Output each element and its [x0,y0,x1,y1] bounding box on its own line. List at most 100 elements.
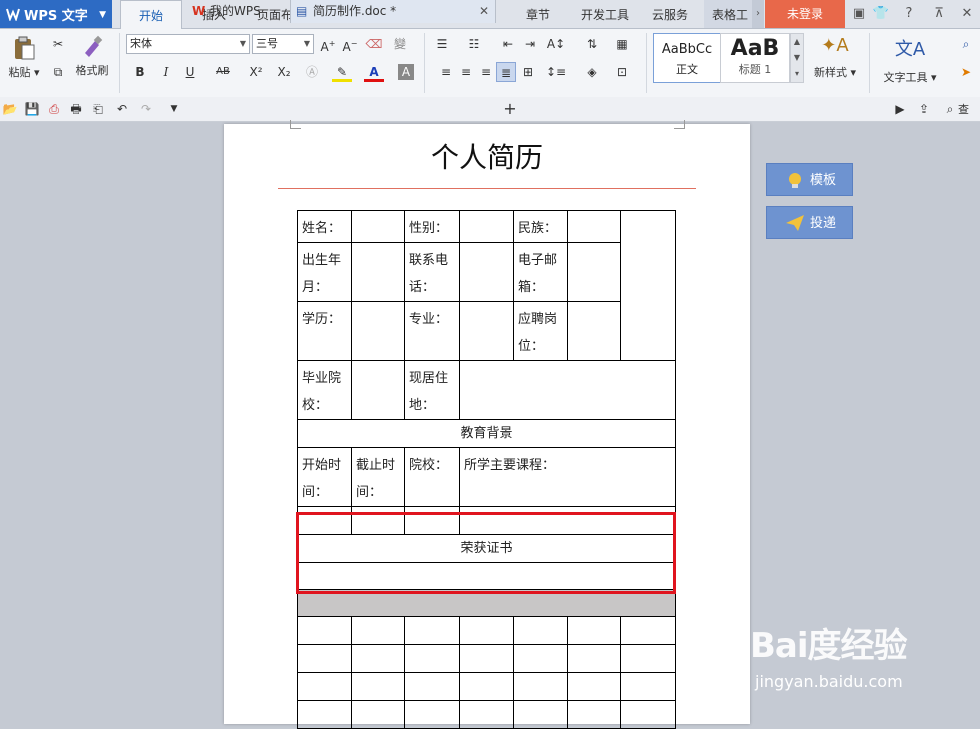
shrink-font-icon[interactable]: A− [340,34,360,54]
table-cell[interactable] [459,242,514,302]
bold-button[interactable]: B [130,62,150,82]
shirt-icon[interactable]: 👕 [872,5,890,23]
table-cell[interactable] [459,360,676,420]
table-cell[interactable] [351,616,405,645]
clear-format-icon[interactable]: ⌫ [364,34,384,54]
table-cell[interactable] [459,210,514,243]
table-cell[interactable] [351,700,405,729]
tab-cloud[interactable]: 云服务 [644,0,696,28]
close-icon[interactable]: ✕ [958,5,976,23]
find-icon[interactable]: ⌕ [956,34,976,54]
tab-table-tools[interactable]: 表格工 [704,0,756,28]
table-cell[interactable] [351,210,405,243]
style-gallery-scroll[interactable]: ▲ ▼ ▾ [790,33,804,83]
bullet-list-icon[interactable]: ☰ [432,34,452,54]
underline-button[interactable]: U [180,62,200,82]
search-label-icon[interactable]: 查 [958,101,969,117]
text-effect-icon[interactable]: Ⓐ [302,62,322,82]
table-cell[interactable] [351,301,405,361]
skin-icon[interactable]: ▣ [850,5,868,23]
minimize-ribbon-icon[interactable]: ⊼ [930,5,948,23]
table-cell[interactable] [351,242,405,302]
table-cell[interactable] [513,700,568,729]
table-cell[interactable] [513,644,568,673]
document-nav-icon[interactable]: ▶ [890,99,910,119]
undo-icon[interactable]: ↶ [112,99,132,119]
table-cell[interactable] [513,616,568,645]
strikethrough-button[interactable]: AB [210,62,236,82]
table-cell[interactable] [404,616,460,645]
table-cell[interactable] [567,644,621,673]
print-preview-icon[interactable]: ⎗ [88,99,108,119]
table-cell[interactable] [459,616,514,645]
text-direction-icon[interactable]: A↕ [544,34,568,54]
table-cell[interactable] [297,672,352,701]
table-cell[interactable] [567,242,621,302]
highlight-icon[interactable]: ✎ [332,62,352,82]
cut-icon[interactable]: ✂ [48,34,68,54]
table-cell[interactable] [567,616,621,645]
table-cell[interactable] [351,360,405,420]
table-grid-icon[interactable]: ▦ [612,34,632,54]
tab-home[interactable]: 开始 [120,0,182,30]
table-cell[interactable] [567,700,621,729]
customize-quick-access-icon[interactable]: ▼ [164,99,184,119]
save-icon[interactable]: 💾 [22,99,42,119]
resume-table[interactable]: 姓名： 性别： 民族： 出生年月： 联系电话： 电子邮箱： 学历： 专业： 应聘… [297,210,676,729]
shading-icon[interactable]: ◈ [582,62,602,82]
table-cell[interactable] [620,616,676,645]
align-left-icon[interactable]: ≡ [436,62,456,82]
select-cursor-icon[interactable]: ➤ [956,62,976,82]
numbered-list-icon[interactable]: ☷ [464,34,484,54]
search-icon[interactable]: ⌕ [940,99,960,119]
font-color-button[interactable]: A [364,62,384,82]
table-cell[interactable] [404,700,460,729]
table-cell[interactable] [297,616,352,645]
sort-icon[interactable]: ⇅ [582,34,602,54]
table-cell[interactable] [567,672,621,701]
table-cell[interactable] [459,672,514,701]
doc-tab-resume[interactable]: ▤ 简历制作.doc * ✕ [290,0,496,23]
table-cell[interactable] [567,210,621,243]
doc-tab-my-wps[interactable]: W 我的WPS [188,0,288,23]
copy-icon[interactable]: ⧉ [48,62,68,82]
grow-font-icon[interactable]: A+ [318,34,338,54]
superscript-button[interactable]: X² [244,62,268,82]
format-painter-button[interactable]: 格式刷 [72,35,112,78]
table-cell[interactable] [459,301,514,361]
decrease-indent-icon[interactable]: ⇤ [498,34,518,54]
tab-developer[interactable]: 开发工具 [572,0,638,28]
style-normal[interactable]: AaBbCc 正文 [653,33,721,83]
phonetic-icon[interactable]: 變 [390,34,410,54]
char-shading-icon[interactable]: A [398,64,414,80]
template-button[interactable]: 模板 [766,163,853,196]
share-icon[interactable]: ⇪ [914,99,934,119]
table-cell[interactable] [351,672,405,701]
align-center-icon[interactable]: ≡ [456,62,476,82]
line-spacing-icon[interactable]: ↕≡ [546,62,566,82]
export-pdf-icon[interactable]: ⎙ [44,99,64,119]
tab-scroll-right-icon[interactable]: › [752,0,764,28]
print-icon[interactable]: 🖶 [66,99,86,119]
table-cell[interactable] [297,700,352,729]
table-cell[interactable] [404,644,460,673]
table-cell[interactable] [404,672,460,701]
font-size-select[interactable]: 三号 ▼ [252,34,314,54]
borders-icon[interactable]: ⊡ [612,62,632,82]
close-tab-icon[interactable]: ✕ [479,0,489,23]
new-tab-icon[interactable]: + [500,99,520,119]
table-cell[interactable] [620,700,676,729]
submit-button[interactable]: 投递 [766,206,853,239]
increase-indent-icon[interactable]: ⇥ [520,34,540,54]
table-cell[interactable] [567,301,621,361]
tab-chapter[interactable]: 章节 [512,0,564,28]
table-cell[interactable] [297,644,352,673]
login-button[interactable]: 未登录 [765,0,845,28]
font-name-select[interactable]: 宋体 ▼ [126,34,250,54]
justify-icon[interactable]: ≣ [496,62,516,82]
table-cell[interactable] [459,700,514,729]
new-style-button[interactable]: ✦A 新样式 ▾ [806,35,864,80]
table-cell[interactable] [459,644,514,673]
table-cell[interactable] [620,644,676,673]
align-right-icon[interactable]: ≡ [476,62,496,82]
